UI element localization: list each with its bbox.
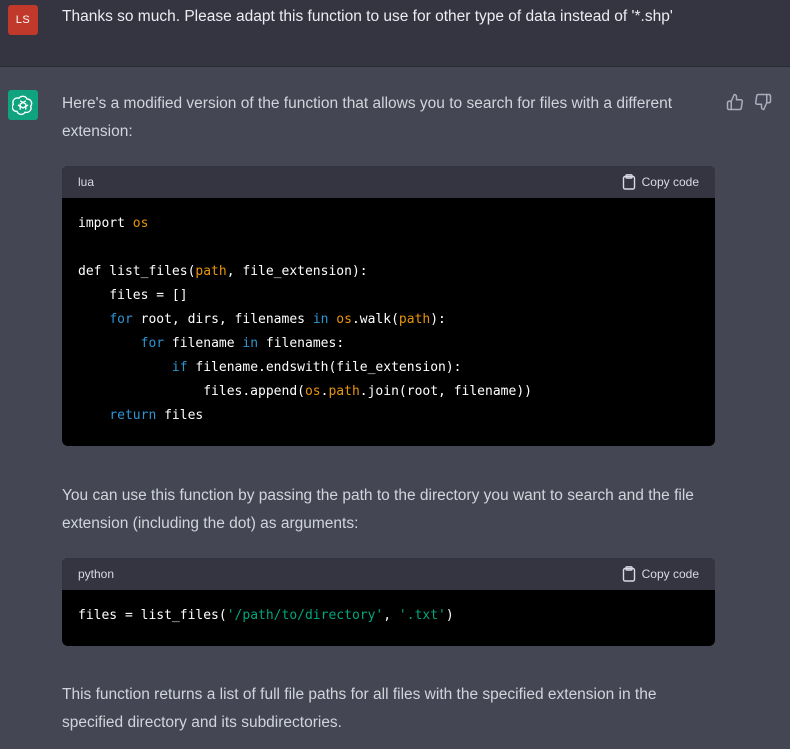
thumbs-up-button[interactable] [726, 93, 744, 111]
thumbs-down-button[interactable] [754, 93, 772, 111]
code-content: files = list_files('/path/to/directory',… [62, 590, 715, 642]
code-line: for root, dirs, filenames in os.walk(pat… [78, 308, 699, 332]
code-token: files = [] [78, 288, 188, 303]
copy-code-button[interactable]: Copy code [622, 173, 699, 191]
code-language-label: lua [78, 175, 95, 189]
code-line: for filename in filenames: [78, 332, 699, 356]
user-message-row: LS Thanks so much. Please adapt this fun… [0, 0, 790, 67]
code-language-label: python [78, 567, 115, 581]
code-line: def list_files(path, file_extension): [78, 260, 699, 284]
code-line: import os [78, 212, 699, 236]
code-token: def list_files( [78, 264, 196, 279]
code-token: path [398, 312, 431, 327]
thumbs-down-icon [754, 93, 772, 111]
code-token: os [336, 312, 352, 327]
user-message-text: Thanks so much. Please adapt this functi… [62, 8, 673, 25]
code-line: files = list_files('/path/to/directory',… [78, 604, 699, 628]
code-token: import [78, 216, 133, 231]
code-token: '.txt' [398, 608, 446, 623]
copy-code-label: Copy code [641, 567, 699, 581]
copy-code-button[interactable]: Copy code [622, 565, 699, 583]
code-token: files = list_files( [78, 608, 227, 623]
code-token: files [156, 408, 204, 423]
assistant-message-row: Here's a modified version of the functio… [0, 67, 790, 749]
code-token: '/path/to/directory' [226, 608, 384, 623]
thumbs-up-icon [726, 93, 744, 111]
clipboard-icon [622, 566, 635, 582]
code-line: files = [] [78, 284, 699, 308]
code-token: for [140, 336, 165, 351]
code-token: root, dirs, filenames [132, 312, 313, 327]
code-content: import os def list_files(path, file_exte… [62, 198, 715, 442]
code-token: filename.endswith(file_extension): [187, 360, 462, 375]
code-token: filenames: [258, 336, 345, 351]
code-token: .walk( [351, 312, 399, 327]
code-block-header: lua Copy code [62, 166, 715, 198]
code-token: ): [430, 312, 446, 327]
code-token: if [171, 360, 188, 375]
code-line: return files [78, 404, 699, 428]
code-token: .join(root, filename)) [359, 384, 532, 399]
code-token: os [304, 384, 321, 399]
clipboard-icon [622, 174, 635, 190]
code-token: ) [445, 608, 454, 623]
code-token: files.append( [78, 384, 305, 399]
code-token: , file_extension): [226, 264, 368, 279]
code-token: os [132, 216, 149, 231]
assistant-middle-text: You can use this function by passing the… [62, 487, 694, 532]
code-line: files.append(os.path.join(root, filename… [78, 380, 699, 404]
assistant-intro-text: Here's a modified version of the functio… [62, 95, 673, 140]
openai-logo-icon [12, 95, 33, 116]
code-block-python: python Copy code files = list_files('/pa… [62, 558, 715, 646]
code-token: path [195, 264, 227, 279]
copy-code-label: Copy code [641, 175, 699, 189]
code-token: for [109, 312, 133, 327]
code-token: path [328, 384, 360, 399]
assistant-avatar [8, 90, 38, 120]
user-avatar: LS [8, 5, 38, 35]
code-token: filename [164, 336, 243, 351]
code-token: in [312, 312, 329, 327]
assistant-outro-text: This function returns a list of full fil… [62, 686, 657, 731]
code-block-header: python Copy code [62, 558, 715, 590]
code-token: in [242, 336, 259, 351]
code-token: , [383, 608, 399, 623]
code-token: return [109, 408, 157, 423]
code-block-lua: lua Copy code import os def list_files(p… [62, 166, 715, 446]
code-line: if filename.endswith(file_extension): [78, 356, 699, 380]
